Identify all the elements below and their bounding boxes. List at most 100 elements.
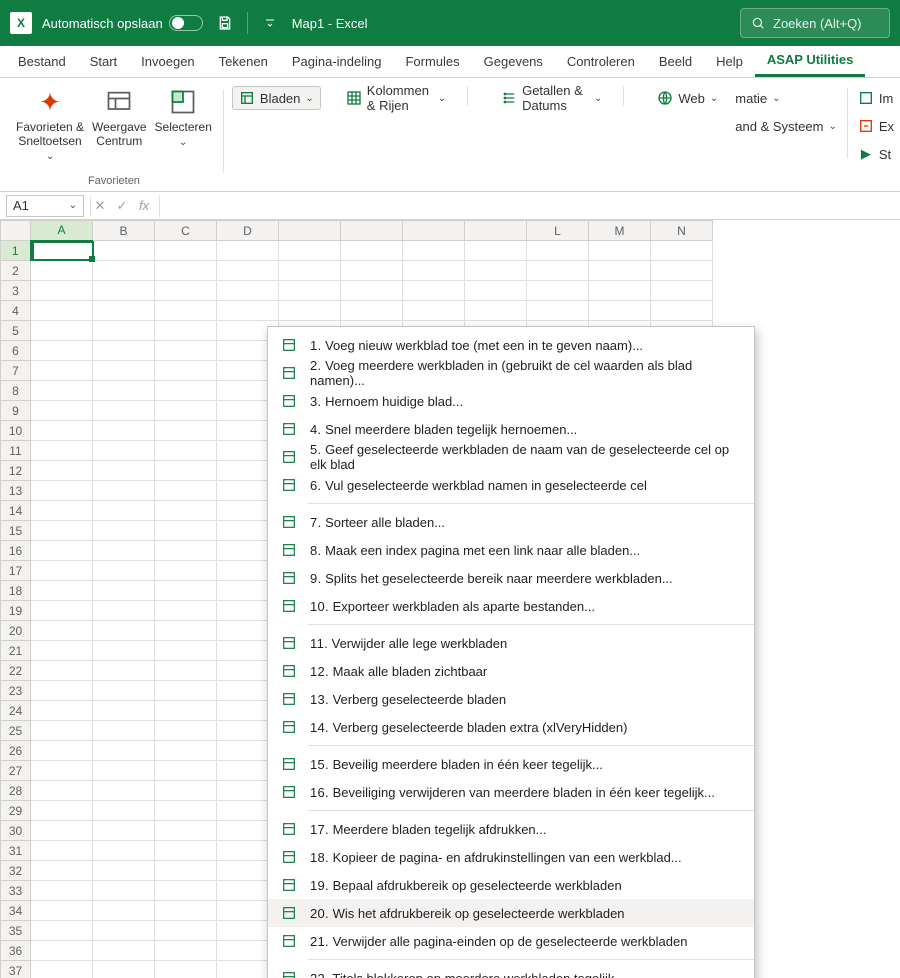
kolommen-rijen-button[interactable]: Kolommen & Rijen ⌄ (339, 86, 453, 110)
tab-gegevens[interactable]: Gegevens (472, 45, 555, 77)
tab-controleren[interactable]: Controleren (555, 45, 647, 77)
cell[interactable] (93, 801, 155, 821)
cell[interactable] (155, 701, 217, 721)
row-header[interactable]: 21 (1, 641, 31, 661)
cell[interactable] (527, 281, 589, 301)
menu-item-1[interactable]: 1. Voeg nieuw werkblad toe (met een in t… (268, 331, 754, 359)
cell[interactable] (93, 561, 155, 581)
cell[interactable] (93, 901, 155, 921)
row-header[interactable]: 5 (1, 321, 31, 341)
cell[interactable] (31, 481, 93, 501)
row-header[interactable]: 12 (1, 461, 31, 481)
cell[interactable] (93, 401, 155, 421)
cell[interactable] (155, 281, 217, 301)
cell[interactable] (155, 501, 217, 521)
cell[interactable] (403, 301, 465, 321)
cell[interactable] (31, 741, 93, 761)
row-header[interactable]: 17 (1, 561, 31, 581)
cell[interactable] (31, 681, 93, 701)
menu-item-10[interactable]: 10. Exporteer werkbladen als aparte best… (268, 592, 754, 620)
cell[interactable] (155, 401, 217, 421)
cell[interactable] (651, 281, 713, 301)
matie-clipped-button[interactable]: matie ⌄ (735, 86, 837, 110)
cell[interactable] (31, 361, 93, 381)
cell[interactable] (93, 241, 155, 261)
col-header[interactable]: N (651, 221, 713, 241)
row-header[interactable]: 31 (1, 841, 31, 861)
menu-item-20[interactable]: 20. Wis het afdrukbereik op geselecteerd… (268, 899, 754, 927)
menu-item-17[interactable]: 17. Meerdere bladen tegelijk afdrukken..… (268, 815, 754, 843)
row-header[interactable]: 37 (1, 961, 31, 978)
cell[interactable] (155, 641, 217, 661)
row-header[interactable]: 30 (1, 821, 31, 841)
cell[interactable] (155, 861, 217, 881)
row-header[interactable]: 14 (1, 501, 31, 521)
row-header[interactable]: 27 (1, 761, 31, 781)
menu-item-15[interactable]: 15. Beveilig meerdere bladen in één keer… (268, 750, 754, 778)
land-systeem-clipped-button[interactable]: and & Systeem ⌄ (735, 114, 837, 138)
row-header[interactable]: 2 (1, 261, 31, 281)
cell[interactable] (31, 881, 93, 901)
cell[interactable] (527, 301, 589, 321)
cell[interactable] (31, 701, 93, 721)
cell[interactable] (93, 461, 155, 481)
col-header[interactable] (341, 221, 403, 241)
getallen-datums-button[interactable]: Getallen & Datums ⌄ (494, 86, 609, 110)
ex-clipped-button[interactable]: Ex (858, 114, 894, 138)
cell[interactable] (93, 541, 155, 561)
cell[interactable] (403, 241, 465, 261)
st-clipped-button[interactable]: ▶St (858, 142, 894, 166)
cell[interactable] (155, 601, 217, 621)
cell[interactable] (155, 741, 217, 761)
cell[interactable] (341, 241, 403, 261)
cell[interactable] (93, 941, 155, 961)
cell[interactable] (93, 301, 155, 321)
cell[interactable] (93, 421, 155, 441)
cell[interactable] (155, 381, 217, 401)
row-header[interactable]: 11 (1, 441, 31, 461)
cell[interactable] (155, 241, 217, 261)
row-header[interactable]: 18 (1, 581, 31, 601)
cell[interactable] (93, 521, 155, 541)
cell[interactable] (93, 441, 155, 461)
menu-item-4[interactable]: 4. Snel meerdere bladen tegelijk hernoem… (268, 415, 754, 443)
cell[interactable] (31, 441, 93, 461)
cell[interactable] (155, 561, 217, 581)
web-button[interactable]: Web ⌄ (650, 86, 725, 110)
cell[interactable] (93, 701, 155, 721)
row-header[interactable]: 32 (1, 861, 31, 881)
cell[interactable] (465, 301, 527, 321)
cell[interactable] (155, 941, 217, 961)
col-header[interactable]: C (155, 221, 217, 241)
cell[interactable] (93, 741, 155, 761)
fx-icon[interactable]: fx (135, 198, 153, 213)
cell[interactable] (31, 421, 93, 441)
tab-bestand[interactable]: Bestand (6, 45, 78, 77)
cell[interactable] (31, 541, 93, 561)
row-header[interactable]: 7 (1, 361, 31, 381)
tab-asap-utilities[interactable]: ASAP Utilities (755, 45, 865, 77)
cell[interactable] (155, 541, 217, 561)
col-header[interactable]: L (527, 221, 589, 241)
cell[interactable] (279, 301, 341, 321)
cell[interactable] (155, 321, 217, 341)
cell[interactable] (31, 921, 93, 941)
row-header[interactable]: 34 (1, 901, 31, 921)
cell[interactable] (31, 781, 93, 801)
cell[interactable] (217, 281, 279, 301)
cell[interactable] (155, 441, 217, 461)
cell[interactable] (217, 301, 279, 321)
cell[interactable] (93, 921, 155, 941)
formula-input[interactable] (159, 195, 900, 217)
col-header[interactable]: D (217, 221, 279, 241)
cell[interactable] (93, 661, 155, 681)
row-header[interactable]: 16 (1, 541, 31, 561)
bladen-button[interactable]: Bladen ⌄ (232, 86, 321, 110)
cell[interactable] (31, 461, 93, 481)
customize-qat-icon[interactable] (258, 11, 282, 35)
cell[interactable] (93, 281, 155, 301)
cell[interactable] (31, 381, 93, 401)
cell[interactable] (93, 761, 155, 781)
cell[interactable] (155, 761, 217, 781)
cell[interactable] (93, 841, 155, 861)
